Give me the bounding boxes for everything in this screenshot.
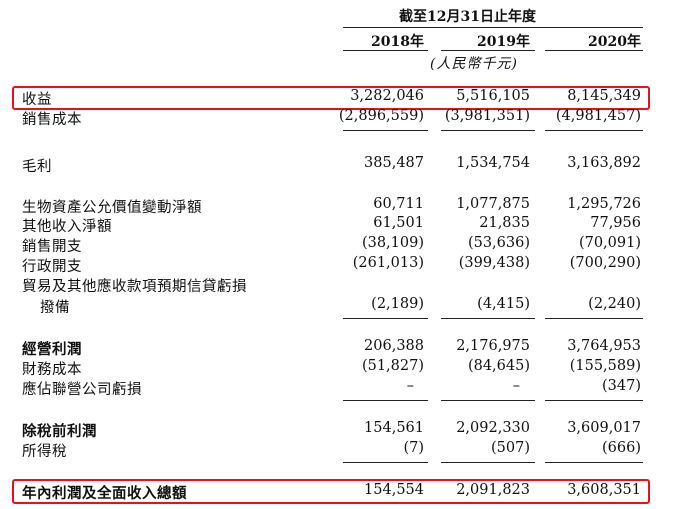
cell-associate-2020: (347) — [602, 378, 641, 394]
cell-pbt-2019: 2,092,330 — [456, 420, 530, 436]
subtotal-line-2018 — [343, 462, 428, 463]
cell-revenue-2020: 8,145,349 — [567, 88, 641, 104]
row-label-selling-expenses: 銷售開支 — [22, 239, 82, 255]
cell-provision-2018: (2,189) — [371, 296, 424, 312]
cell-associate-2019: – — [512, 378, 520, 394]
row-label-revenue: 收益 — [22, 92, 52, 108]
row-label-total-comprehensive-income: 年內利潤及全面收入總額 — [22, 485, 187, 502]
cell-provision-2019: (4,415) — [477, 296, 530, 312]
cell-gross-profit-2020: 3,163,892 — [567, 155, 641, 171]
cell-selling-2020: (70,091) — [578, 235, 641, 251]
subtotal-line-2018 — [343, 318, 428, 319]
row-label-provision: 撥備 — [40, 300, 70, 316]
period-header: 截至12月31日止年度 — [399, 9, 536, 25]
cell-pbt-2020: 3,609,017 — [567, 420, 641, 436]
cell-other-income-2019: 21,835 — [479, 215, 530, 231]
unit-label: (人民幣千元) — [430, 56, 518, 72]
cell-associate-2018: – — [406, 378, 414, 394]
subtotal-line-2019 — [441, 400, 535, 401]
highlight-box-revenue — [12, 86, 650, 110]
year-header-2019: 2019年 — [477, 34, 530, 50]
cell-admin-2019: (399,438) — [458, 255, 530, 271]
row-label-other-income: 其他收入淨額 — [22, 219, 112, 235]
cell-finance-2019: (84,645) — [467, 358, 530, 374]
row-label-ecl-trade-receivables: 貿易及其他應收款項預期信貸虧損 — [22, 279, 247, 295]
cell-admin-2018: (261,013) — [352, 255, 424, 271]
cell-bio-asset-2020: 1,295,726 — [567, 196, 641, 212]
cell-cost-of-sales-2018: (2,896,559) — [338, 108, 424, 124]
row-label-share-of-associate-loss: 應佔聯營公司虧損 — [22, 382, 142, 398]
cell-total-2019: 2,091,823 — [456, 482, 530, 498]
row-label-income-tax: 所得稅 — [22, 444, 67, 460]
row-label-gross-profit: 毛利 — [22, 159, 52, 175]
cell-cost-of-sales-2020: (4,981,457) — [555, 108, 641, 124]
cell-selling-2018: (38,109) — [361, 235, 424, 251]
subtotal-line-2020 — [545, 318, 643, 319]
cell-tax-2019: (507) — [491, 440, 530, 456]
row-label-admin-expenses: 行政開支 — [22, 259, 82, 275]
cell-operating-profit-2018: 206,388 — [364, 338, 424, 354]
row-label-operating-profit: 經營利潤 — [22, 341, 82, 358]
cell-total-2020: 3,608,351 — [567, 482, 641, 498]
row-label-bio-asset-fair-value: 生物資產公允價值變動淨額 — [22, 200, 202, 216]
cell-bio-asset-2019: 1,077,875 — [456, 196, 530, 212]
cell-provision-2020: (2,240) — [588, 296, 641, 312]
row-label-cost-of-sales: 銷售成本 — [22, 112, 82, 128]
year-underline-2019 — [441, 50, 535, 51]
cell-revenue-2019: 5,516,105 — [456, 88, 530, 104]
subtotal-line-2019 — [441, 318, 535, 319]
row-label-profit-before-tax: 除稅前利潤 — [22, 423, 97, 440]
year-header-2018: 2018年 — [371, 34, 424, 50]
subtotal-line-2018 — [343, 130, 428, 131]
row-label-finance-costs: 財務成本 — [22, 362, 82, 378]
cell-gross-profit-2019: 1,534,754 — [456, 155, 530, 171]
cell-cost-of-sales-2019: (3,981,351) — [444, 108, 530, 124]
year-underline-2020 — [545, 50, 643, 51]
year-header-2020: 2020年 — [588, 34, 641, 50]
cell-finance-2020: (155,589) — [569, 358, 641, 374]
subtotal-line-2019 — [441, 130, 535, 131]
subtotal-line-2020 — [545, 130, 643, 131]
cell-operating-profit-2019: 2,176,975 — [456, 338, 530, 354]
cell-operating-profit-2020: 3,764,953 — [567, 338, 641, 354]
cell-total-2018: 154,554 — [364, 482, 424, 498]
period-underline — [343, 27, 643, 28]
subtotal-line-2020 — [545, 400, 643, 401]
cell-gross-profit-2018: 385,487 — [364, 155, 424, 171]
cell-tax-2018: (7) — [403, 440, 424, 456]
subtotal-line-2019 — [441, 462, 535, 463]
cell-revenue-2018: 3,282,046 — [350, 88, 424, 104]
subtotal-line-2018 — [343, 400, 428, 401]
subtotal-line-2020 — [545, 462, 643, 463]
cell-tax-2020: (666) — [602, 440, 641, 456]
cell-selling-2019: (53,636) — [467, 235, 530, 251]
cell-finance-2018: (51,827) — [361, 358, 424, 374]
cell-admin-2020: (700,290) — [569, 255, 641, 271]
cell-bio-asset-2018: 60,711 — [373, 196, 424, 212]
cell-other-income-2018: 61,501 — [373, 215, 424, 231]
cell-other-income-2020: 77,956 — [590, 215, 641, 231]
year-underline-2018 — [343, 50, 428, 51]
cell-pbt-2018: 154,561 — [364, 420, 424, 436]
